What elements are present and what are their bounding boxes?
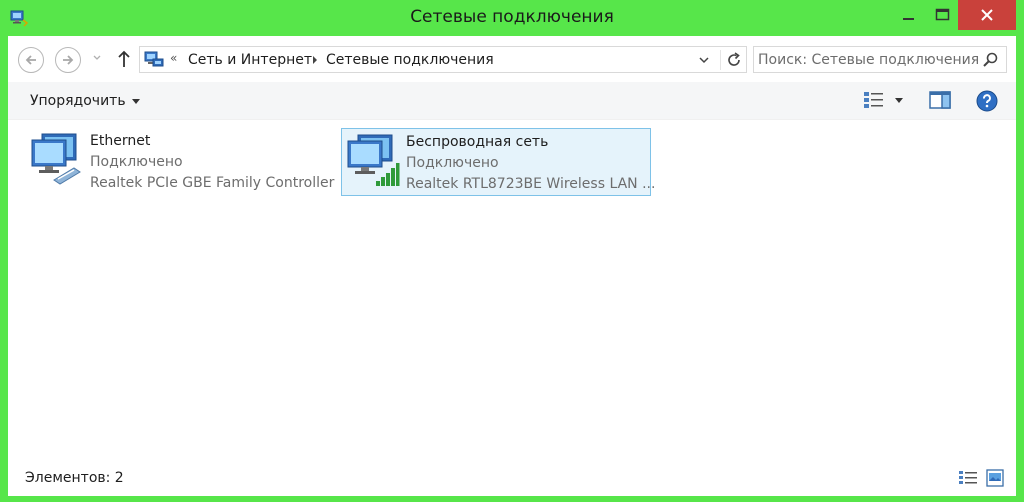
minimize-button[interactable]: [890, 0, 928, 30]
address-overflow-chevron[interactable]: «: [170, 51, 177, 65]
up-arrow-icon[interactable]: [116, 49, 132, 69]
maximize-button[interactable]: [928, 0, 958, 30]
minimize-icon: [903, 18, 914, 20]
close-icon: [981, 9, 993, 21]
search-box[interactable]: [753, 46, 1007, 73]
navigation-bar: « Сеть и Интернет Сетевые подключения: [8, 36, 1016, 82]
forward-button[interactable]: [55, 47, 81, 73]
breadcrumb-network-connections[interactable]: Сетевые подключения: [326, 52, 494, 68]
item-count: Элементов: 2: [25, 470, 124, 486]
details-view-icon[interactable]: [958, 470, 978, 486]
view-options-caret-icon[interactable]: [895, 97, 903, 103]
help-icon[interactable]: [976, 90, 998, 112]
search-input[interactable]: [758, 49, 978, 71]
connection-status: Подключено: [90, 154, 183, 170]
refresh-icon: [727, 52, 740, 66]
connection-item-wireless[interactable]: Беспроводная сеть Подключено Realtek RTL…: [341, 128, 655, 196]
search-icon[interactable]: [982, 51, 1000, 69]
connection-name: Беспроводная сеть: [406, 134, 549, 150]
ethernet-adapter-icon: [31, 133, 81, 185]
back-arrow-icon: [25, 55, 36, 65]
connection-name: Ethernet: [90, 133, 151, 149]
title-bar[interactable]: Сетевые подключения: [0, 0, 1024, 36]
window-title: Сетевые подключения: [410, 7, 614, 27]
back-button[interactable]: [18, 47, 44, 73]
change-view-button[interactable]: [863, 91, 903, 109]
breadcrumb-separator-icon[interactable]: [312, 55, 318, 65]
change-view-icon: [864, 92, 883, 108]
connection-device: Realtek RTL8723BE Wireless LAN ...: [406, 176, 656, 192]
forward-arrow-icon: [63, 55, 74, 65]
organize-label: Упорядочить: [30, 93, 126, 109]
address-history-dropdown-icon[interactable]: [698, 55, 710, 65]
explorer-window: Сетевые подключения « Сеть и Интернет Се…: [0, 0, 1024, 502]
connection-device: Realtek PCIe GBE Family Controller: [90, 175, 335, 191]
file-list-area[interactable]: Ethernet Подключено Realtek PCIe GBE Fam…: [8, 120, 1016, 458]
network-folder-icon: [144, 51, 164, 67]
large-icons-view-icon[interactable]: [986, 469, 1004, 487]
address-bar[interactable]: « Сеть и Интернет Сетевые подключения: [139, 46, 747, 73]
maximize-icon: [935, 8, 950, 21]
recent-locations-chevron-icon[interactable]: [92, 54, 102, 62]
wireless-adapter-icon: [347, 134, 400, 186]
connection-item-ethernet[interactable]: Ethernet Подключено Realtek PCIe GBE Fam…: [26, 128, 338, 196]
organize-menu-button[interactable]: Упорядочить: [30, 93, 140, 109]
refresh-button[interactable]: [720, 50, 746, 70]
breadcrumb-network-and-internet[interactable]: Сеть и Интернет: [188, 52, 312, 68]
connection-status: Подключено: [406, 155, 499, 171]
close-button[interactable]: [958, 0, 1016, 30]
preview-pane-icon[interactable]: [929, 91, 951, 109]
command-bar: Упорядочить: [8, 82, 1016, 120]
status-bar: Элементов: 2: [8, 458, 1016, 496]
caret-down-icon: [131, 98, 140, 104]
